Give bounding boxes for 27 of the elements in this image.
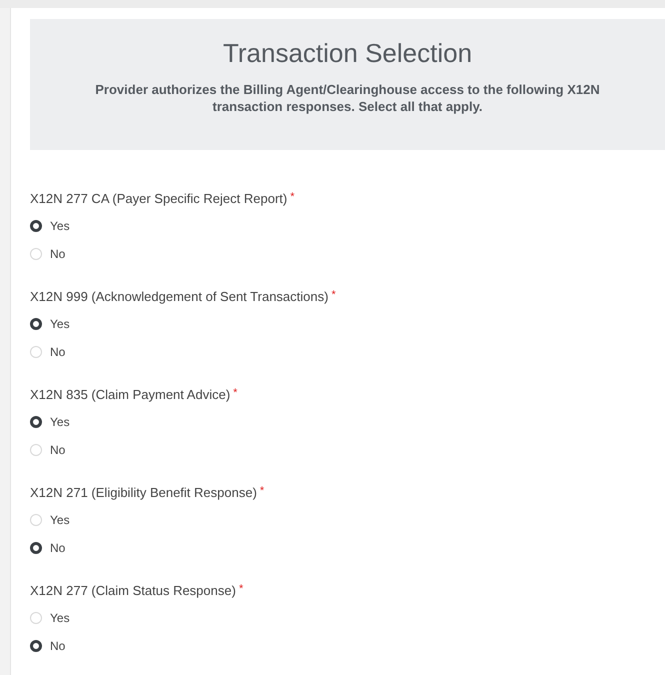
option-label: Yes	[50, 316, 70, 332]
required-mark: *	[260, 484, 264, 498]
option-label: No	[50, 344, 66, 360]
radio-button[interactable]	[30, 640, 42, 652]
question-label: X12N 277 (Claim Status Response)	[30, 582, 236, 600]
radio-button[interactable]	[30, 220, 42, 232]
section-title: Transaction Selection	[222, 37, 472, 69]
radio-button[interactable]	[30, 416, 42, 428]
radio-button[interactable]	[30, 318, 42, 330]
option-label: No	[50, 638, 66, 654]
option-label: Yes	[50, 610, 70, 626]
section-description: Provider authorizes the Billing Agent/Clearinghouse access to the following X12N transaction responses. Select all that apply.	[94, 81, 601, 115]
option-label: Yes	[50, 512, 70, 528]
required-mark: *	[290, 190, 295, 204]
question-label: X12N 999 (Acknowledgement of Sent Transactions)	[30, 288, 328, 306]
question-label: X12N 277 CA (Payer Specific Reject Report)	[30, 190, 288, 208]
option-label: No	[50, 442, 66, 458]
radio-button[interactable]	[30, 542, 42, 554]
option-label: No	[50, 246, 66, 262]
required-mark: *	[331, 288, 336, 302]
option-label: Yes	[50, 218, 70, 234]
required-mark: *	[238, 582, 244, 596]
option-label: No	[50, 540, 66, 556]
question-label: X12N 271 (Eligibility Benefit Response)	[30, 484, 257, 502]
question-label: X12N 835 (Claim Payment Advice)	[30, 386, 230, 404]
option-label: Yes	[50, 414, 70, 430]
required-mark: *	[233, 386, 238, 400]
